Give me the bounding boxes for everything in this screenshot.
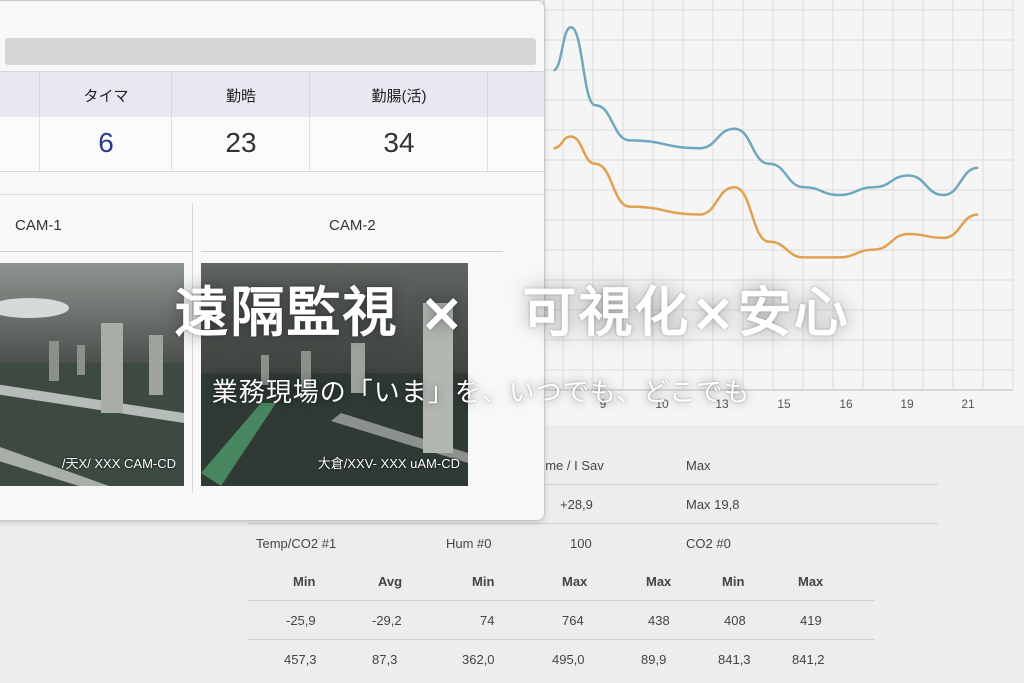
stats-cell: 438	[648, 613, 670, 628]
metric-label: タイマ	[83, 88, 129, 105]
x-tick-label: 19	[900, 397, 914, 411]
stats-cell: 841,3	[718, 652, 751, 667]
camera-feed-2[interactable]: 大倉/XXV- XXX uAM-CD	[201, 263, 468, 486]
metric-header-cell: 勤腸(活)	[309, 72, 488, 117]
metric-header-cell: タイマ	[39, 72, 172, 117]
stats-cell: +28,9	[560, 497, 593, 512]
camera-title-divider	[201, 251, 503, 252]
trend-chart-panel: 9 10 13 15 16 19 21	[543, 0, 1024, 425]
metric-label: 勤腸(活)	[371, 88, 427, 105]
stats-cell: 362,0	[462, 652, 495, 667]
window-title-bar[interactable]	[5, 38, 536, 65]
camera-caption: /天X/ XXX CAM-CD	[61, 456, 176, 471]
stats-header: Min	[722, 574, 745, 589]
stats-cell: 100	[570, 536, 592, 551]
stats-cell: Temp/CO2 #1	[256, 536, 337, 551]
stats-cell: 87,3	[372, 652, 398, 667]
stats-cell: 419	[800, 613, 822, 628]
camera-title-divider	[0, 251, 192, 252]
metric-value-cell	[487, 117, 544, 171]
stats-header: Avg	[378, 574, 403, 589]
trend-chart: 9 10 13 15 16 19 21	[543, 0, 1014, 411]
stats-header: Max	[562, 574, 588, 589]
series-line-1	[552, 26, 979, 197]
stats-cell: Hum #0	[446, 536, 492, 551]
stats-cell: Max 19,8	[686, 497, 740, 512]
stats-cell: 408	[724, 613, 746, 628]
metric-label: 勤晧	[225, 88, 256, 105]
metric-value: 23	[225, 127, 257, 158]
metric-value-cell: 6	[39, 117, 172, 171]
stats-header-row: Min Avg Min Max Max Min Max	[248, 562, 874, 601]
stats-cell: Max	[686, 458, 711, 473]
x-tick-label: 15	[777, 397, 791, 411]
camera-title: CAM-1	[15, 217, 62, 234]
metric-value: 6	[98, 127, 114, 158]
camera-panel-2: CAM-2 大倉/XXV- XXX uAM-CD	[193, 203, 511, 493]
camera-panel-1: CAM-1 /天X/ XXX CAM-CD	[0, 203, 192, 493]
stats-header: Max	[798, 574, 824, 589]
stats-cell: 841,2	[792, 652, 825, 667]
x-tick-label: 9	[600, 397, 607, 411]
stats-header: Min	[472, 574, 495, 589]
stats-data-row: -25,9 -29,2 74 764 438 408 419	[248, 601, 874, 640]
stats-cell: -25,9	[286, 613, 316, 628]
stats-row-3: Temp/CO2 #1 Hum #0 100 CO2 #0	[248, 524, 938, 562]
stats-cell: 764	[562, 613, 584, 628]
x-tick-label: 10	[655, 397, 669, 411]
stats-data-row: 457,3 87,3 362,0 495,0 89,9 841,3 841,2	[248, 640, 874, 678]
x-tick-label: 13	[715, 397, 729, 411]
metric-header-row: タイマ 勤晧 勤腸(活)	[0, 71, 544, 118]
x-tick-label: 21	[961, 397, 975, 411]
stats-header: Min	[293, 574, 316, 589]
stats-cell: 74	[480, 613, 495, 628]
stats-header: Max	[646, 574, 672, 589]
dashboard-window: タイマ 勤晧 勤腸(活) 6 23 34 CAM-1 /天X/ XXX CAM-…	[0, 0, 545, 521]
metric-value-cell: 34	[309, 117, 488, 171]
stats-cell: -29,2	[372, 613, 402, 628]
camera-caption: 大倉/XXV- XXX uAM-CD	[317, 456, 460, 471]
x-tick-label: 16	[839, 397, 853, 411]
metric-value-cell: 23	[171, 117, 310, 171]
stats-cell: 457,3	[284, 652, 317, 667]
metric-header-cell	[487, 72, 544, 117]
camera-area: CAM-1 /天X/ XXX CAM-CD CAM-2 大倉/XXV- XXX …	[0, 194, 544, 505]
stats-cell: 89,9	[641, 652, 667, 667]
series-line-2	[553, 135, 979, 259]
stats-cell: CO2 #0	[686, 536, 731, 551]
metric-value: 34	[383, 127, 415, 158]
metric-value-row: 6 23 34	[0, 117, 544, 172]
camera-feed-1[interactable]: /天X/ XXX CAM-CD	[0, 263, 184, 486]
stats-cell: eme / I Sav	[538, 458, 604, 473]
camera-title: CAM-2	[329, 217, 376, 234]
stats-cell: 495,0	[552, 652, 585, 667]
metric-header-cell: 勤晧	[171, 72, 310, 117]
